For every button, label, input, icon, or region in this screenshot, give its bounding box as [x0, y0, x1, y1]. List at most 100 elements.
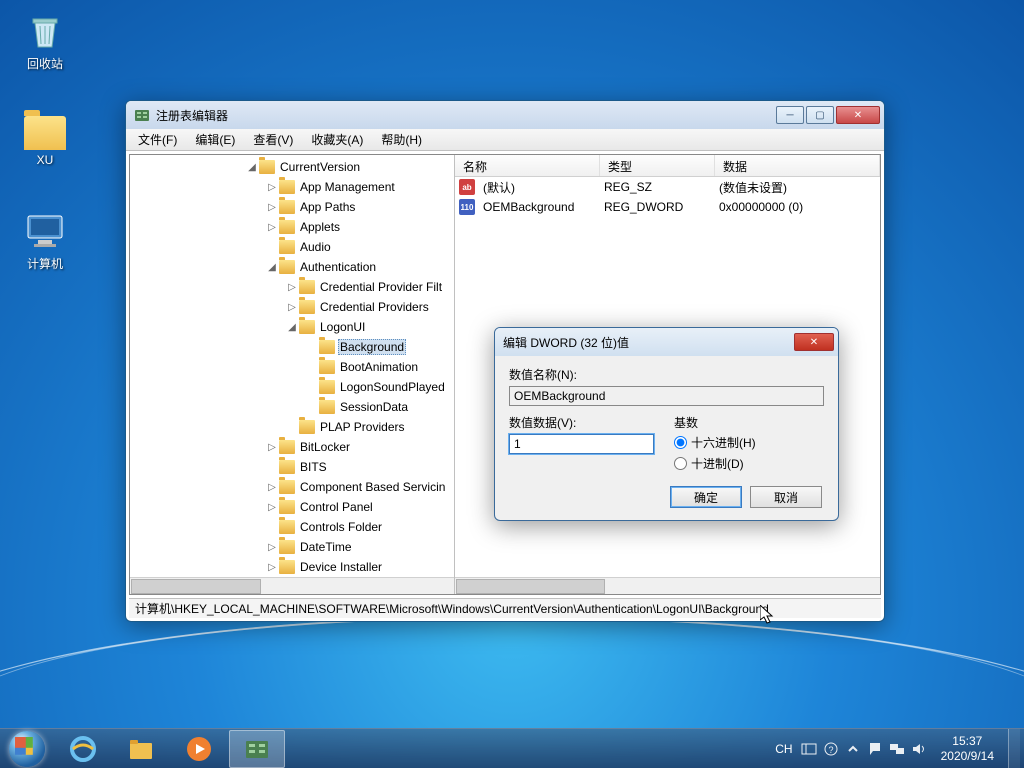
volume-icon[interactable]	[911, 741, 927, 757]
cell-type: REG_SZ	[600, 180, 715, 194]
cell-name: OEMBackground	[479, 200, 600, 214]
computer-icon[interactable]: 计算机	[10, 210, 80, 272]
taskbar[interactable]: CH ? 15:37 2020/9/14	[0, 728, 1024, 768]
tree-row[interactable]: ▷App Paths	[130, 197, 454, 217]
tree-row[interactable]: ▷Component Based Servicin	[130, 477, 454, 497]
list-hscroll[interactable]	[455, 577, 880, 594]
tree-label: BootAnimation	[338, 359, 420, 375]
dialog-title: 编辑 DWORD (32 位)值	[503, 334, 794, 351]
tree-pane[interactable]: ◢CurrentVersion▷App Management▷App Paths…	[130, 155, 455, 594]
tree-row[interactable]: ◢CurrentVersion	[130, 157, 454, 177]
list-row[interactable]: ab(默认)REG_SZ(数值未设置)	[455, 177, 880, 197]
expander-icon[interactable]: ◢	[265, 262, 279, 273]
expander-icon[interactable]: ◢	[285, 322, 299, 333]
tree-row[interactable]: ▷Applets	[130, 217, 454, 237]
tree-label: BITS	[298, 459, 329, 475]
expander-icon[interactable]: ▷	[265, 202, 279, 213]
cell-name: (默认)	[479, 179, 600, 196]
maximize-button[interactable]: ▢	[806, 106, 834, 124]
windows-logo-icon	[9, 731, 45, 767]
tree-row[interactable]: BootAnimation	[130, 357, 454, 377]
cancel-button[interactable]: 取消	[750, 486, 822, 508]
regedit-task-icon	[243, 735, 271, 763]
folder-icon	[279, 560, 295, 574]
ime-tool-icon[interactable]	[801, 741, 817, 757]
recycle-bin-icon[interactable]: 回收站	[10, 10, 80, 72]
taskbar-regedit[interactable]	[229, 730, 285, 768]
expander-icon[interactable]: ▷	[265, 222, 279, 233]
tree-row[interactable]: ▷Credential Providers	[130, 297, 454, 317]
titlebar[interactable]: 注册表编辑器 ─ ▢ ✕	[126, 101, 884, 129]
network-icon[interactable]	[889, 741, 905, 757]
chevron-up-icon[interactable]	[845, 741, 861, 757]
value-data-field[interactable]	[509, 434, 654, 454]
radio-hex[interactable]: 十六进制(H)	[674, 434, 824, 451]
user-folder-icon[interactable]: XU	[10, 110, 80, 167]
taskbar-wmp[interactable]	[171, 730, 227, 768]
column-name[interactable]: 名称	[455, 155, 600, 176]
menu-favorites[interactable]: 收藏夹(A)	[303, 129, 371, 150]
taskbar-explorer[interactable]	[113, 730, 169, 768]
folder-icon	[319, 380, 335, 394]
tree-label: PLAP Providers	[318, 419, 407, 435]
folder-icon	[279, 260, 295, 274]
ime-help-icon[interactable]: ?	[823, 741, 839, 757]
folder-icon	[24, 116, 66, 150]
tree-row[interactable]: ▷App Management	[130, 177, 454, 197]
column-type[interactable]: 类型	[600, 155, 715, 176]
expander-icon[interactable]: ▷	[265, 442, 279, 453]
window-title: 注册表编辑器	[156, 107, 776, 124]
expander-icon[interactable]: ▷	[265, 502, 279, 513]
taskbar-ie[interactable]	[55, 730, 111, 768]
clock[interactable]: 15:37 2020/9/14	[935, 734, 1000, 763]
tree-row[interactable]: Background	[130, 337, 454, 357]
expander-icon[interactable]: ◢	[245, 162, 259, 173]
tree-label: BitLocker	[298, 439, 352, 455]
dialog-titlebar[interactable]: 编辑 DWORD (32 位)值 ✕	[495, 328, 838, 356]
radio-dec[interactable]: 十进制(D)	[674, 455, 824, 472]
expander-icon[interactable]: ▷	[265, 542, 279, 553]
show-desktop-button[interactable]	[1008, 729, 1020, 768]
close-button[interactable]: ✕	[836, 106, 880, 124]
expander-icon[interactable]: ▷	[285, 282, 299, 293]
tree-label: Control Panel	[298, 499, 375, 515]
tree-row[interactable]: LogonSoundPlayed	[130, 377, 454, 397]
expander-icon[interactable]: ▷	[285, 302, 299, 313]
tree-label: LogonUI	[318, 319, 367, 335]
folder-icon	[279, 500, 295, 514]
tree-row[interactable]: ▷Credential Provider Filt	[130, 277, 454, 297]
menu-view[interactable]: 查看(V)	[245, 129, 301, 150]
minimize-button[interactable]: ─	[776, 106, 804, 124]
dialog-close-button[interactable]: ✕	[794, 333, 834, 351]
folder-icon	[279, 220, 295, 234]
list-header[interactable]: 名称 类型 数据	[455, 155, 880, 177]
menu-help[interactable]: 帮助(H)	[373, 129, 430, 150]
tree-row[interactable]: ▷Device Installer	[130, 557, 454, 577]
expander-icon[interactable]: ▷	[265, 562, 279, 573]
tree-row[interactable]: SessionData	[130, 397, 454, 417]
tree-row[interactable]: ▷ BitLocker	[130, 437, 454, 457]
tree-row[interactable]: ◢ LogonUI	[130, 317, 454, 337]
statusbar: 计算机\HKEY_LOCAL_MACHINE\SOFTWARE\Microsof…	[129, 598, 881, 618]
icon-label: XU	[10, 153, 80, 167]
column-data[interactable]: 数据	[715, 155, 880, 176]
ok-button[interactable]: 确定	[670, 486, 742, 508]
tree-row[interactable]: Controls Folder	[130, 517, 454, 537]
menu-edit[interactable]: 编辑(E)	[187, 129, 243, 150]
folder-icon	[279, 460, 295, 474]
system-tray[interactable]: CH ? 15:37 2020/9/14	[775, 729, 1024, 768]
tree-hscroll[interactable]	[130, 577, 454, 594]
tree-row[interactable]: Audio	[130, 237, 454, 257]
tree-row[interactable]: ▷DateTime	[130, 537, 454, 557]
action-center-icon[interactable]	[867, 741, 883, 757]
start-button[interactable]	[0, 729, 54, 768]
list-row[interactable]: 110OEMBackgroundREG_DWORD0x00000000 (0)	[455, 197, 880, 217]
expander-icon[interactable]: ▷	[265, 182, 279, 193]
expander-icon[interactable]: ▷	[265, 482, 279, 493]
menu-file[interactable]: 文件(F)	[130, 129, 185, 150]
ime-indicator[interactable]: CH	[775, 742, 792, 756]
tree-row[interactable]: BITS	[130, 457, 454, 477]
tree-row[interactable]: ◢Authentication	[130, 257, 454, 277]
tree-row[interactable]: ▷ Control Panel	[130, 497, 454, 517]
tree-row[interactable]: PLAP Providers	[130, 417, 454, 437]
